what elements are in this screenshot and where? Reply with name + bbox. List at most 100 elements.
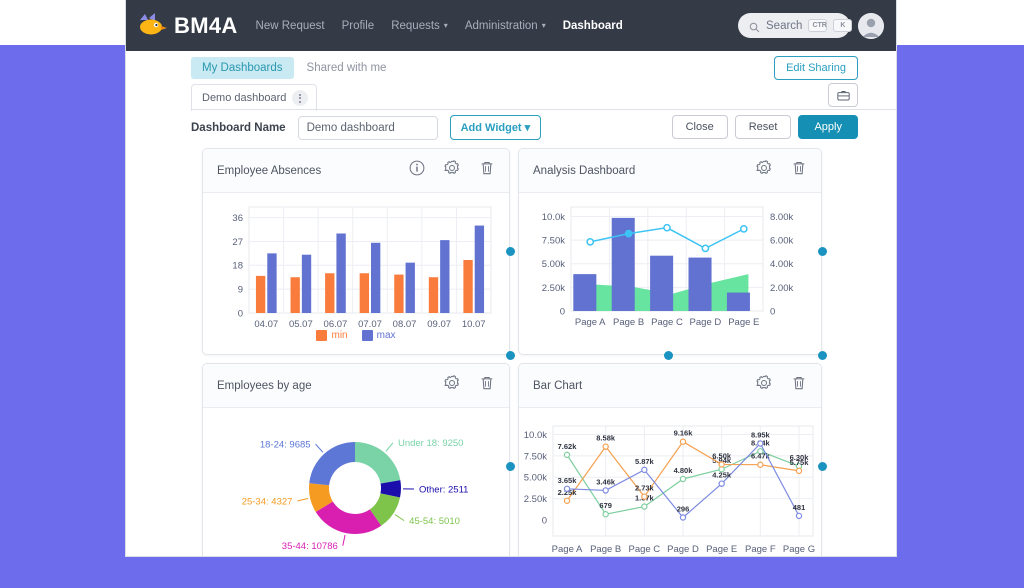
svg-text:Other: 2511: Other: 2511 <box>419 484 468 495</box>
svg-text:2.73k: 2.73k <box>635 484 655 493</box>
svg-text:05.07: 05.07 <box>289 319 313 330</box>
svg-text:Page C: Page C <box>628 544 660 555</box>
app-window: BM4A New Request Profile Requests ▾ Admin… <box>125 0 897 557</box>
svg-text:9: 9 <box>238 285 243 296</box>
legend-swatch <box>361 330 373 341</box>
svg-text:Page D: Page D <box>667 544 699 555</box>
svg-text:Page E: Page E <box>706 544 737 555</box>
trash-icon[interactable] <box>479 160 495 181</box>
svg-text:Page C: Page C <box>651 317 683 328</box>
gear-icon[interactable] <box>444 375 460 396</box>
widget-employees-by-age: Employees by age Under 18: 9250 Other: 25… <box>202 363 510 556</box>
apply-button[interactable]: Apply <box>798 115 858 139</box>
svg-text:27: 27 <box>232 237 243 248</box>
widget-title: Employee Absences <box>217 164 322 177</box>
tab-my-dashboards[interactable]: My Dashboards <box>191 57 294 79</box>
svg-text:6.50k: 6.50k <box>712 451 732 460</box>
svg-text:07.07: 07.07 <box>358 319 382 330</box>
svg-text:7.62k: 7.62k <box>558 442 578 451</box>
svg-text:10.0k: 10.0k <box>524 430 547 441</box>
nav-link-requests[interactable]: Requests ▾ <box>391 20 448 32</box>
svg-text:5.87k: 5.87k <box>635 457 655 466</box>
kebab-menu-icon[interactable] <box>292 90 309 106</box>
resize-handle-right-w3[interactable] <box>506 462 515 471</box>
trash-icon[interactable] <box>791 375 807 396</box>
nav-link-label: New Request <box>255 19 325 32</box>
search-input[interactable]: Search CTR K <box>738 13 853 38</box>
chart-analysis-dashboard: 0 2.50k 5.00k 7.50k 10.0k 0 2.00k 4.00k 6.00k 8.0… <box>542 206 793 328</box>
svg-text:5.00k: 5.00k <box>524 473 547 484</box>
svg-text:35-44: 10786: 35-44: 10786 <box>282 541 338 552</box>
nav-link-label: Administration <box>464 19 538 32</box>
dashboard-name-label: Dashboard Name <box>191 121 286 134</box>
svg-text:4.25k: 4.25k <box>712 471 732 480</box>
widget-body: 0 9 18 27 36 04.07 05.07 06.07 07.07 08.07 09.07 10… <box>203 193 509 354</box>
svg-text:Page G: Page G <box>783 544 815 555</box>
brand-text: BM4A <box>174 12 238 38</box>
dashboard-name-input[interactable] <box>297 115 438 140</box>
svg-text:18-24: 9685: 18-24: 9685 <box>260 440 311 451</box>
nav-links: New Request Profile Requests ▾ Administra… <box>256 20 623 32</box>
nav-link-dashboard[interactable]: Dashboard <box>563 20 623 32</box>
folder-button[interactable] <box>828 83 858 107</box>
widget-actions <box>756 160 807 181</box>
svg-text:3.46k: 3.46k <box>596 477 616 486</box>
widget-header: Analysis Dashboard <box>519 149 821 193</box>
svg-text:0: 0 <box>560 306 565 317</box>
chevron-down-icon: ▾ <box>524 122 531 134</box>
resize-handle-right-w1[interactable] <box>506 247 515 256</box>
chevron-down-icon: ▾ <box>541 20 546 30</box>
nav-link-label: Dashboard <box>562 19 623 32</box>
trash-icon[interactable] <box>791 160 807 181</box>
svg-text:18: 18 <box>232 261 243 272</box>
svg-text:25-34: 4327: 25-34: 4327 <box>242 496 293 507</box>
brand[interactable]: BM4A <box>136 11 238 41</box>
resize-handle-corner-w1[interactable] <box>506 351 515 360</box>
nav-link-profile[interactable]: Profile <box>342 20 375 32</box>
svg-text:Page F: Page F <box>745 544 776 555</box>
reset-button[interactable]: Reset <box>734 115 792 139</box>
add-widget-button[interactable]: Add Widget ▾ <box>449 115 542 140</box>
svg-text:296: 296 <box>677 504 690 513</box>
close-button[interactable]: Close <box>671 115 728 139</box>
trash-icon[interactable] <box>479 375 495 396</box>
gear-icon[interactable] <box>756 160 772 181</box>
dashboard-tab-demo-dashboard[interactable]: Demo dashboard <box>191 84 318 111</box>
svg-text:10.0k: 10.0k <box>542 212 565 223</box>
user-avatar-icon <box>858 12 884 39</box>
avatar[interactable] <box>858 12 884 39</box>
svg-text:2.50k: 2.50k <box>542 283 565 294</box>
info-icon[interactable] <box>409 160 425 181</box>
kbd-k: K <box>833 19 853 32</box>
legend-item-max[interactable]: max <box>361 330 396 341</box>
widget-actions <box>409 160 495 181</box>
svg-text:5.00k: 5.00k <box>542 259 565 270</box>
search-icon <box>749 20 760 33</box>
svg-text:09.07: 09.07 <box>427 319 451 330</box>
svg-text:9.16k: 9.16k <box>674 429 694 438</box>
gear-icon[interactable] <box>756 375 772 396</box>
resize-handle-bottom-w2[interactable] <box>664 351 673 360</box>
nav-link-administration[interactable]: Administration ▾ <box>465 20 546 32</box>
resize-handle-right-w4[interactable] <box>818 462 827 471</box>
widget-body: 0 2.50k 5.00k 7.50k 10.0k Page A Page B Page C P… <box>519 408 821 556</box>
svg-text:Under 18: 9250: Under 18: 9250 <box>398 438 464 449</box>
svg-text:Page A: Page A <box>575 317 606 328</box>
resize-handle-corner-w2[interactable] <box>818 351 827 360</box>
svg-text:Page B: Page B <box>613 317 644 328</box>
gear-icon[interactable] <box>444 160 460 181</box>
bird-logo-icon <box>136 11 168 41</box>
chevron-down-icon: ▾ <box>443 20 448 30</box>
resize-handle-right-w2[interactable] <box>818 247 827 256</box>
legend-item-min[interactable]: min <box>316 330 348 341</box>
edit-sharing-button[interactable]: Edit Sharing <box>774 56 858 80</box>
kbd-ctrl: CTR <box>808 19 828 32</box>
widget-body: 0 2.50k 5.00k 7.50k 10.0k 0 2.00k 4.00k 6.00k 8.0… <box>519 193 821 354</box>
nav-link-new-request[interactable]: New Request <box>256 20 325 32</box>
legend-swatch <box>316 330 328 341</box>
widget-title: Bar Chart <box>533 379 583 392</box>
chart-legend: min max <box>203 330 509 341</box>
widget-analysis-dashboard: Analysis Dashboard 0 2.50k 5.00k 7.50k 10.0k… <box>518 148 822 355</box>
widget-header: Employees by age <box>203 364 509 408</box>
tab-shared-with-me[interactable]: Shared with me <box>296 57 398 79</box>
